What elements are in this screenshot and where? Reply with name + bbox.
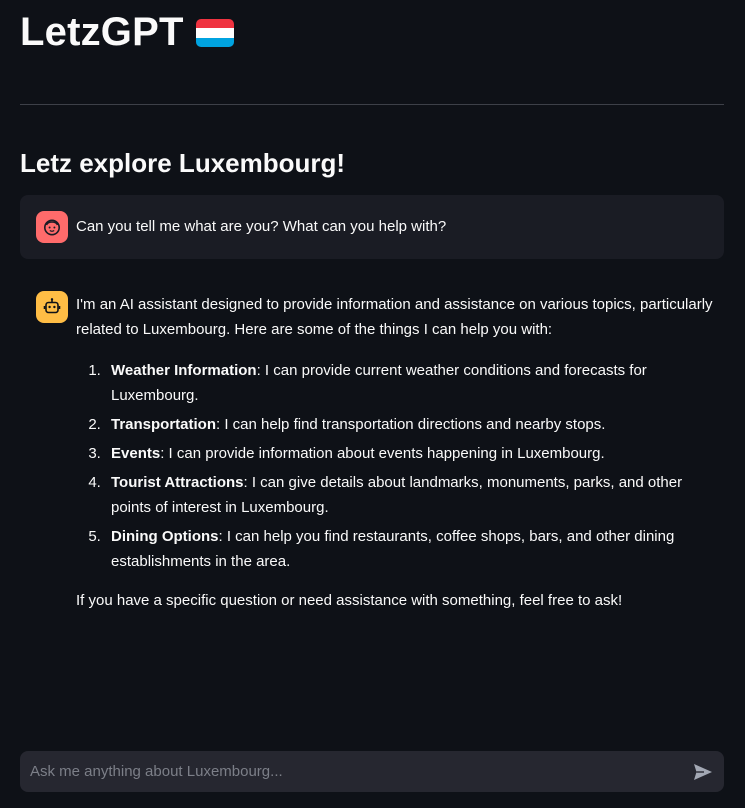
assistant-intro-text: I'm an AI assistant designed to provide … — [76, 296, 713, 338]
list-item-title: Dining Options — [111, 528, 219, 545]
list-item-title: Events — [111, 445, 161, 462]
list-item: Events: I can provide information about … — [105, 441, 724, 466]
user-face-icon — [36, 211, 68, 243]
user-message: Can you tell me what are you? What can y… — [20, 195, 724, 259]
header: LetzGPT — [20, 10, 234, 54]
list-item-title: Weather Information — [111, 362, 257, 379]
app-title: LetzGPT — [20, 10, 184, 54]
chat-input-container — [20, 751, 724, 792]
list-item: Tourist Attractions: I can give details … — [105, 470, 724, 520]
list-item-title: Tourist Attractions — [111, 474, 244, 491]
list-item-text: : I can help find transportation directi… — [216, 416, 606, 433]
send-icon — [694, 764, 712, 780]
list-item: Weather Information: I can provide curre… — [105, 358, 724, 408]
page-subheader: Letz explore Luxembourg! — [20, 148, 346, 178]
list-item-text: : I can provide information about events… — [160, 445, 605, 462]
luxembourg-flag-icon — [195, 19, 234, 47]
assistant-capabilities-list: Weather Information: I can provide curre… — [76, 358, 724, 574]
list-item: Transportation: I can help find transpor… — [105, 412, 724, 437]
list-item: Dining Options: I can help you find rest… — [105, 524, 724, 574]
chat-input[interactable] — [20, 751, 670, 792]
assistant-outro-text: If you have a specific question or need … — [76, 592, 623, 609]
user-message-text: Can you tell me what are you? What can y… — [76, 218, 447, 235]
send-button[interactable] — [690, 759, 716, 785]
robot-icon — [36, 291, 68, 323]
list-item-title: Transportation — [111, 416, 217, 433]
assistant-message: I'm an AI assistant designed to provide … — [76, 292, 724, 613]
app-container: LetzGPT Letz explore Luxembourg! Can you… — [0, 0, 745, 808]
header-divider — [20, 104, 724, 105]
